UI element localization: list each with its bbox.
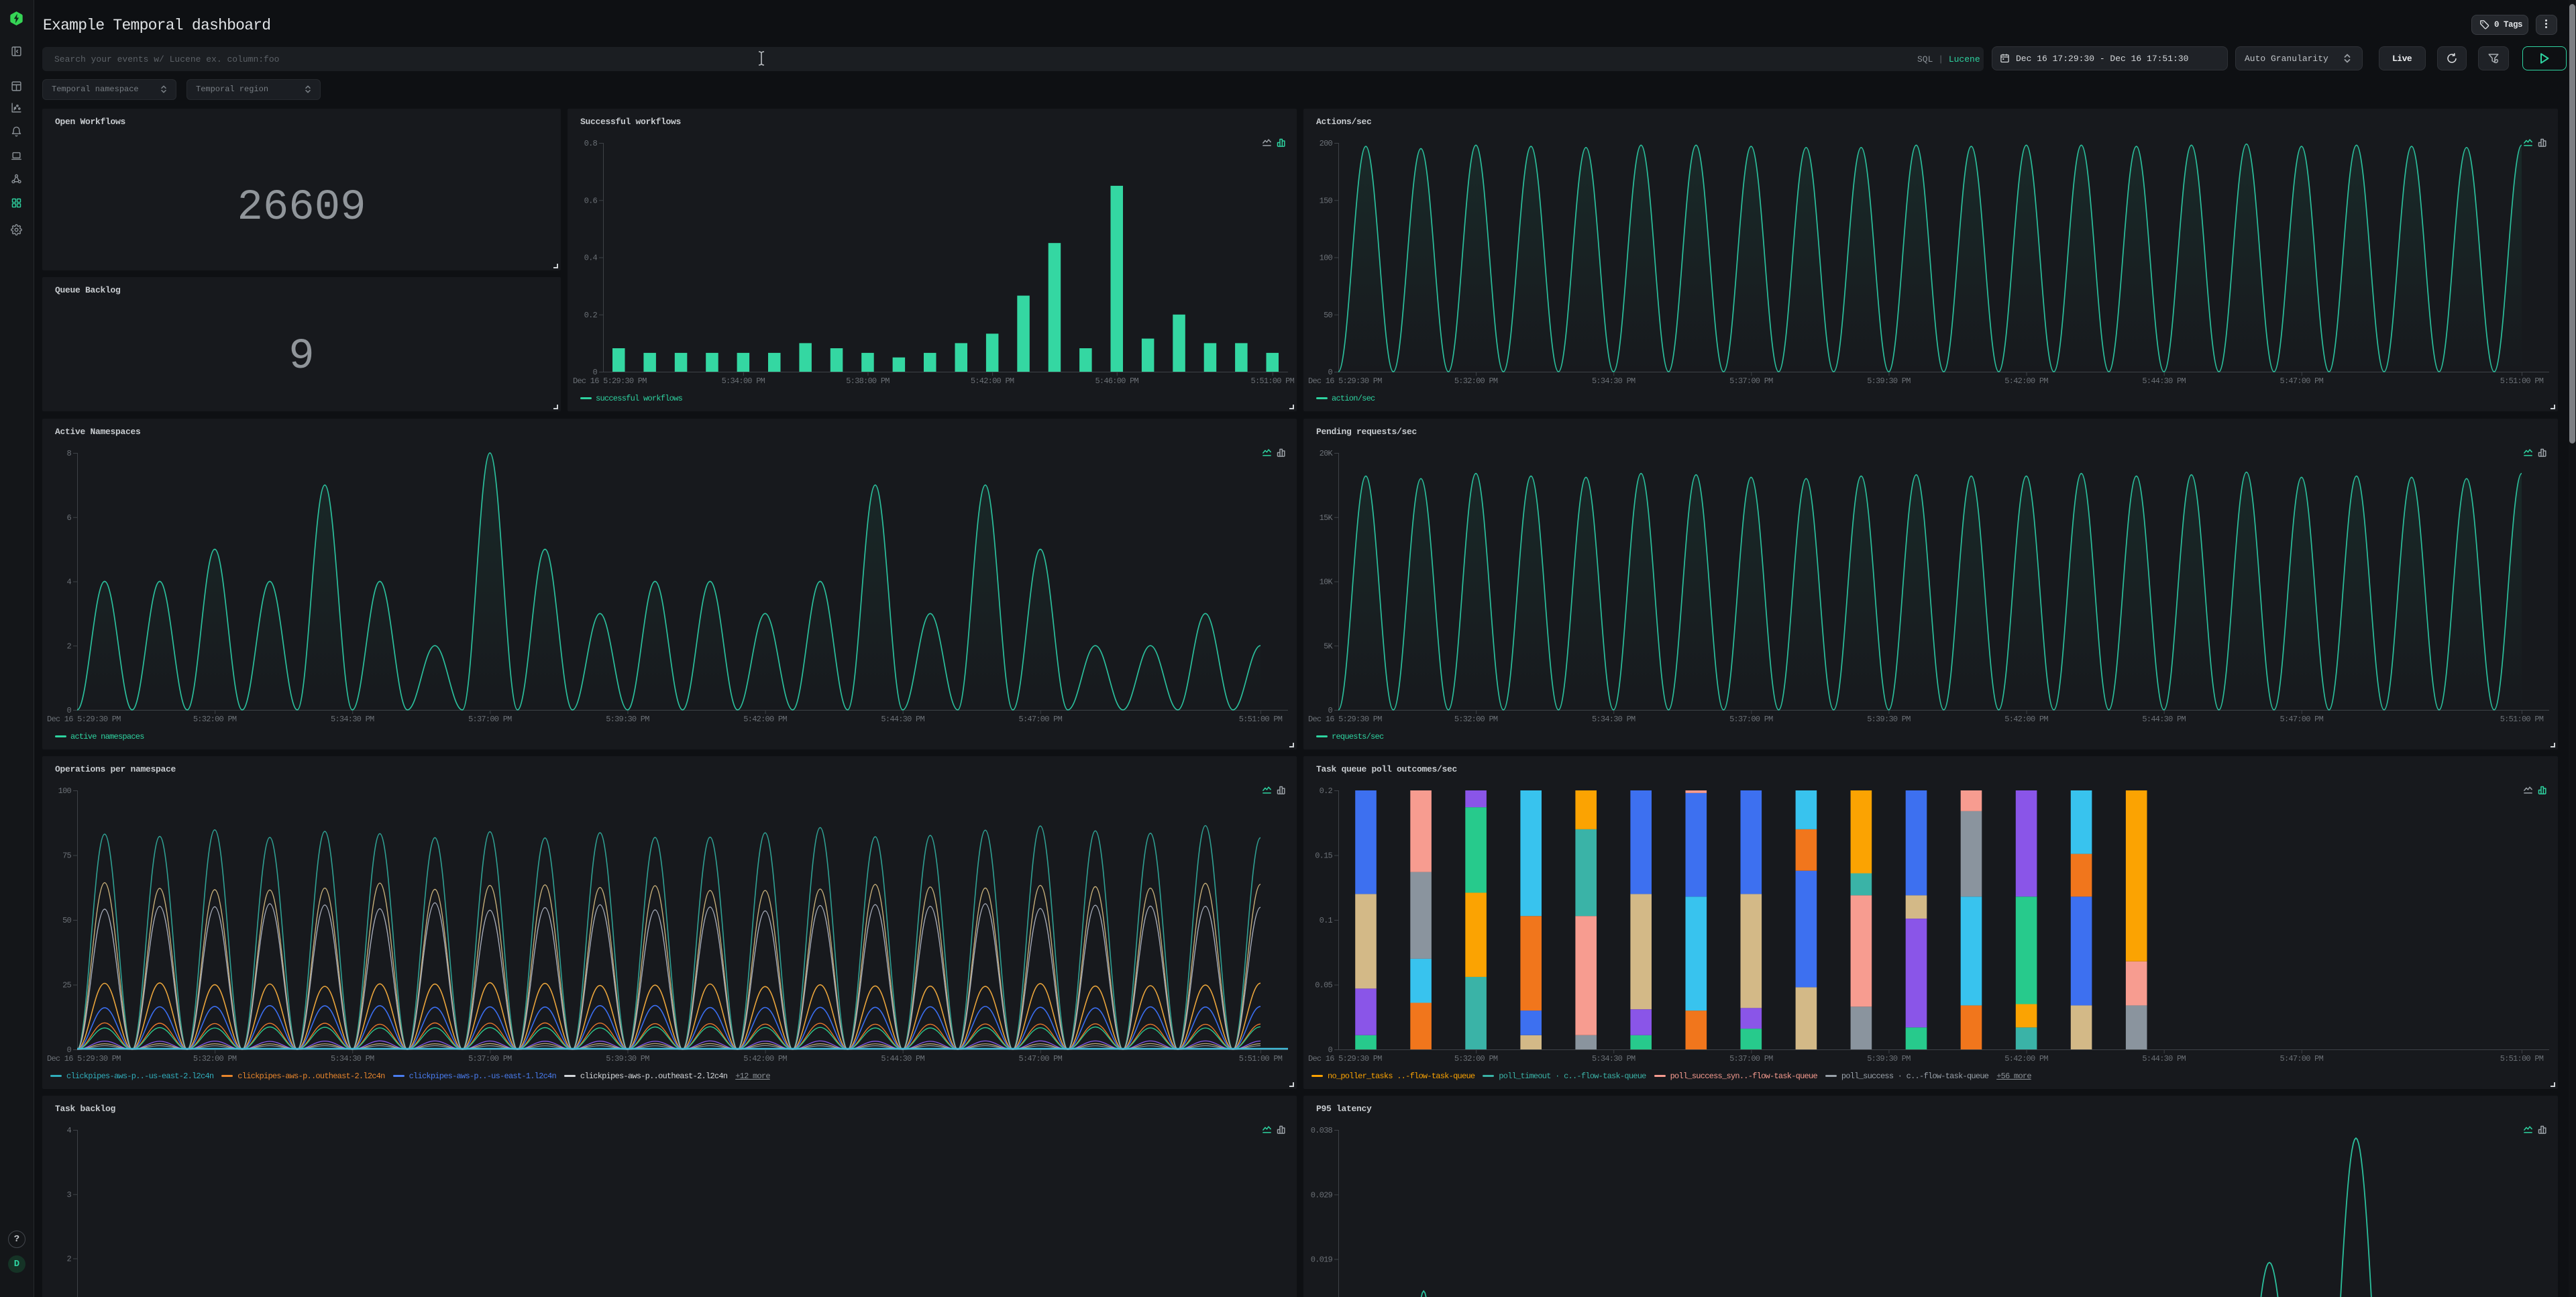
svg-text:0.038: 0.038 — [1311, 1126, 1333, 1135]
svg-text:0.029: 0.029 — [1311, 1190, 1333, 1200]
svg-text:0.019: 0.019 — [1311, 1255, 1333, 1265]
